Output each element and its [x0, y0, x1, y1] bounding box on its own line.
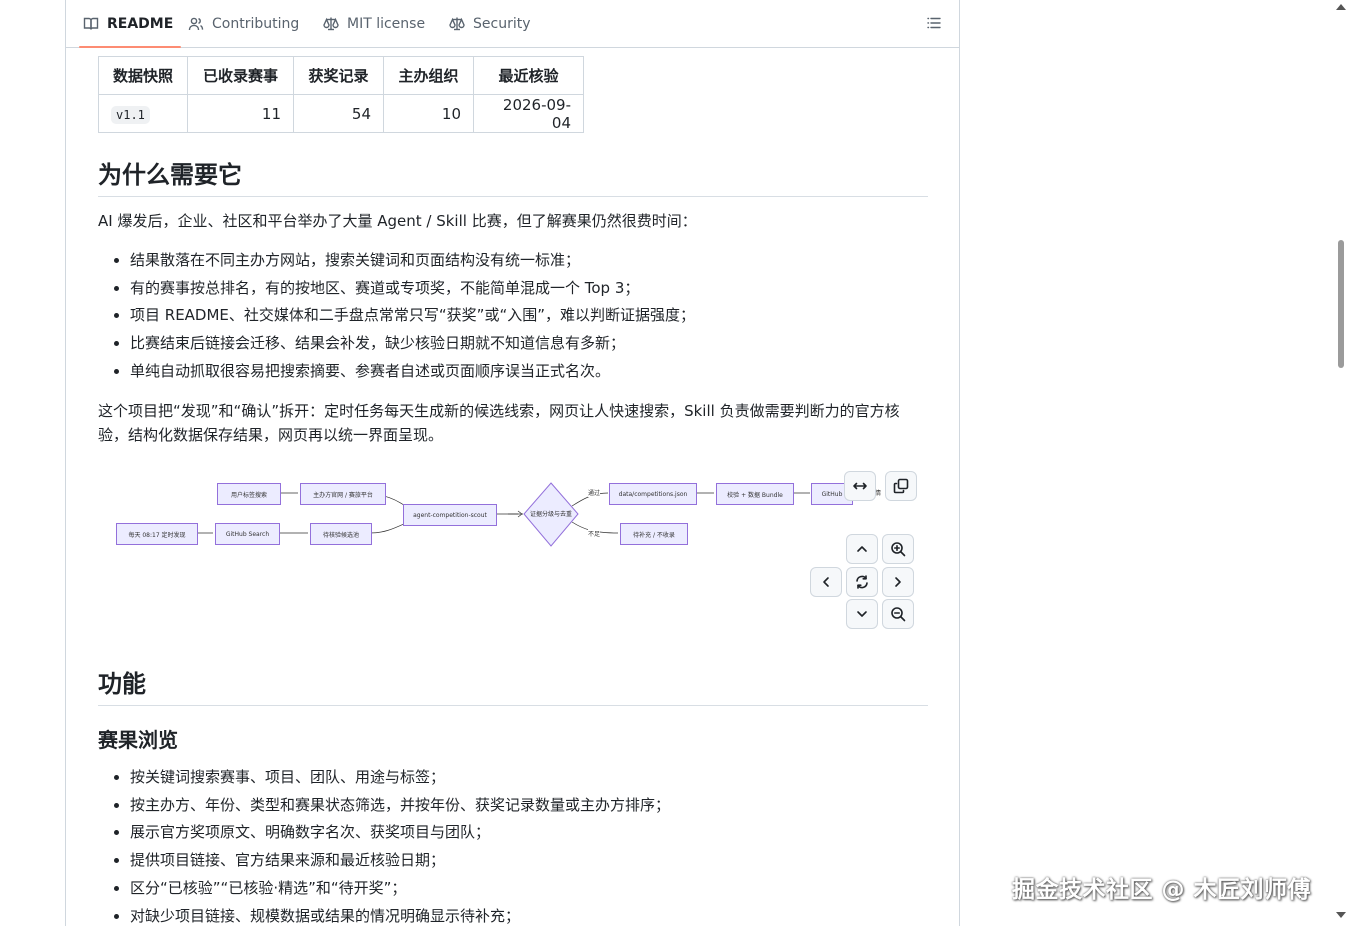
scroll-up-arrow[interactable]	[1336, 4, 1346, 10]
why-summary: 这个项目把“发现”和“确认”拆开：定时任务每天生成新的候选线索，网页让人快速搜索…	[98, 402, 900, 444]
list-item: 提供项目链接、官方结果来源和最近核验日期；	[130, 847, 670, 875]
list-item: 区分“已核验”“已核验·精选”和“待开奖”；	[130, 875, 670, 903]
expand-diagram-button[interactable]	[844, 471, 876, 501]
mermaid-flowchart[interactable]: 用户标签搜索 主办方官网 / 赛旅平台 每天 08:17 定时发现 GitHub…	[98, 471, 928, 629]
list-item: 项目 README、社交媒体和二手盘点常常只写“获奖”或“入围”，难以判断证据强…	[130, 302, 695, 330]
table-row: v1.1 11 54 10 2026-09-04	[98, 94, 584, 133]
diagram-node: 待补充 / 不收录	[620, 523, 688, 545]
tab-mit-license[interactable]: MIT license	[323, 0, 425, 47]
diagram-node: 主办方官网 / 赛旅平台	[300, 483, 386, 505]
list-item: 按主办方、年份、类型和赛果状态筛选，并按年份、获奖记录数量或主办方排序；	[130, 792, 670, 820]
why-heading: 为什么需要它	[98, 155, 928, 197]
sync-icon	[856, 575, 868, 589]
pan-down-button[interactable]	[846, 599, 878, 629]
table-header-row: 数据快照 已收录赛事 获奖记录 主办组织 最近核验	[98, 56, 584, 95]
diagram-node: 校验 + 数据 Bundle	[716, 483, 794, 505]
list-item: 单纯自动抓取很容易把搜索摘要、参赛者自述或页面顺序误当正式名次。	[130, 358, 695, 386]
tab-contributing[interactable]: Contributing	[188, 0, 299, 47]
tab-security[interactable]: Security	[449, 0, 531, 47]
why-intro: AI 爆发后，企业、社区和平台举办了大量 Agent / Skill 比赛，但了…	[98, 212, 697, 230]
diagram-node: 待核验候选池	[310, 523, 372, 545]
table-cell: v1.1	[98, 94, 188, 133]
diagram-node-label: 证据分级与去重	[529, 511, 572, 518]
table-cell: 11	[187, 94, 294, 133]
readme-tab-bar: README Contributing MIT license Security	[66, 0, 959, 48]
diagram-node: 每天 08:17 定时发现	[116, 523, 198, 545]
table-header: 最近核验	[473, 56, 584, 95]
why-list: 结果散落在不同主办方网站，搜索关键词和页面结构没有统一标准； 有的赛事按总排名，…	[98, 247, 695, 386]
chevron-right-icon	[895, 577, 901, 587]
tab-contributing-label: Contributing	[212, 15, 300, 32]
list-unordered-icon	[927, 17, 941, 29]
edge-label: 不足	[588, 529, 601, 538]
copy-icon	[893, 478, 909, 494]
version-code: v1.1	[111, 105, 150, 124]
page-scrollbar[interactable]	[1333, 0, 1348, 926]
list-item: 比赛结束后链接会迁移、结果会补发，缺少核验日期就不知道信息有多新；	[130, 330, 695, 358]
data-snapshot-table: 数据快照 已收录赛事 获奖记录 主办组织 最近核验 v1.1 11 54 10 …	[98, 56, 584, 133]
list-item: 结果散落在不同主办方网站，搜索关键词和页面结构没有统一标准；	[130, 247, 695, 275]
list-item: 按关键词搜索赛事、项目、团队、用途与标签；	[130, 764, 670, 792]
law-icon	[323, 17, 339, 30]
table-cell: 54	[293, 94, 384, 133]
diagram-node: agent-competition-scout	[403, 504, 497, 526]
list-item: 展示官方奖项原文、明确数字名次、获奖项目与团队；	[130, 819, 670, 847]
law-icon	[449, 17, 465, 30]
pan-right-button[interactable]	[882, 567, 914, 597]
diagram-node: GitHub Search	[215, 523, 280, 545]
table-header: 数据快照	[98, 56, 188, 95]
edge-label: 通过	[588, 488, 601, 497]
tab-security-label: Security	[473, 15, 531, 32]
list-item: 对缺少项目链接、规模数据或结果的情况明确显示待补充；	[130, 903, 670, 926]
watermark: 掘金技术社区 @ 木匠刘师傅	[1012, 877, 1312, 903]
table-cell: 2026-09-04	[473, 94, 584, 133]
tab-readme-label: README	[107, 15, 174, 32]
list-item: 有的赛事按总排名，有的按地区、赛道或专项奖，不能简单混成一个 Top 3；	[130, 275, 695, 303]
features-list: 按关键词搜索赛事、项目、团队、用途与标签； 按主办方、年份、类型和赛果状态筛选，…	[98, 764, 670, 926]
readme-content: 数据快照 已收录赛事 获奖记录 主办组织 最近核验 v1.1 11 54 10 …	[98, 47, 928, 925]
table-header: 主办组织	[383, 56, 474, 95]
book-icon	[83, 17, 99, 30]
table-header: 获奖记录	[293, 56, 384, 95]
table-header: 已收录赛事	[187, 56, 294, 95]
chevron-down-icon	[857, 611, 867, 617]
outline-button[interactable]	[923, 12, 945, 34]
zoom-in-button[interactable]	[882, 534, 914, 564]
chevron-up-icon	[857, 546, 867, 552]
pan-left-button[interactable]	[810, 567, 842, 597]
chevron-left-icon	[823, 577, 829, 587]
scroll-down-arrow[interactable]	[1336, 912, 1346, 918]
browse-heading: 赛果浏览	[98, 728, 178, 752]
features-heading: 功能	[98, 664, 928, 706]
diagram-node: data/competitions.json	[609, 483, 697, 505]
zoom-in-icon	[891, 542, 906, 557]
diagram-node: 用户标签搜索	[217, 483, 281, 505]
scrollbar-thumb[interactable]	[1338, 240, 1344, 368]
copy-diagram-button[interactable]	[885, 471, 917, 501]
arrow-both-icon	[853, 482, 867, 490]
zoom-out-button[interactable]	[882, 599, 914, 629]
tab-mit-license-label: MIT license	[347, 15, 426, 32]
readme-panel: README Contributing MIT license Security…	[65, 0, 960, 926]
reset-view-button[interactable]	[846, 567, 878, 597]
table-cell: 10	[383, 94, 474, 133]
people-icon	[188, 17, 204, 30]
tab-readme[interactable]: README	[78, 0, 182, 48]
pan-up-button[interactable]	[846, 534, 878, 564]
zoom-out-icon	[891, 607, 906, 622]
